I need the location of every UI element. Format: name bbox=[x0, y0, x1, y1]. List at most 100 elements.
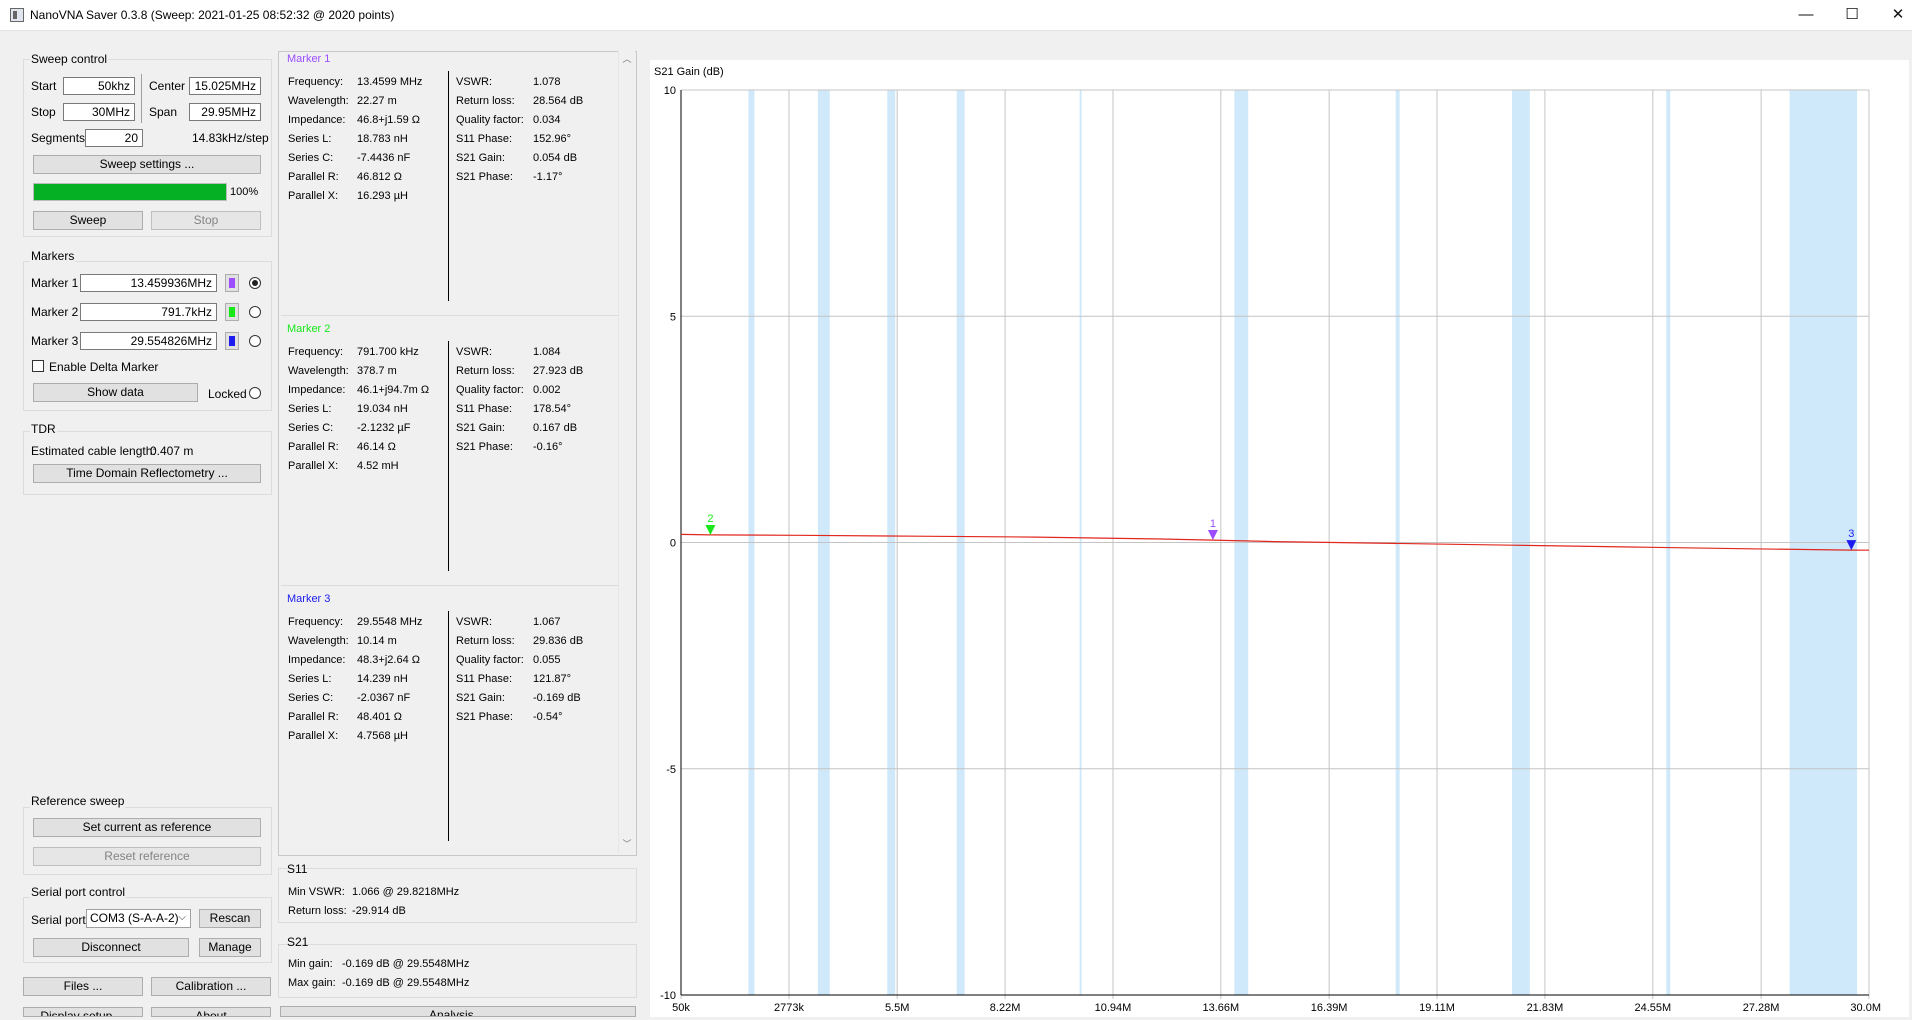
stop-input[interactable]: 30MHz bbox=[63, 103, 135, 121]
stop-button[interactable]: Stop bbox=[151, 211, 261, 230]
detail-key: Impedance: bbox=[288, 114, 346, 126]
marker-3-color-swatch bbox=[229, 336, 235, 346]
serial-port-label: Serial port bbox=[31, 913, 86, 927]
set-reference-button[interactable]: Set current as reference bbox=[33, 818, 261, 837]
marker-3-details-title: Marker 3 bbox=[287, 593, 331, 605]
x-tick-label: 2773k bbox=[774, 1002, 804, 1014]
marker-details-scrollbar[interactable]: ︿ ﹀ bbox=[618, 51, 635, 854]
detail-value: -0.169 dB bbox=[533, 692, 581, 704]
detail-key: Impedance: bbox=[288, 654, 346, 666]
detail-key: Wavelength: bbox=[288, 365, 349, 377]
segments-input[interactable]: 20 bbox=[85, 129, 143, 147]
span-input[interactable]: 29.95MHz bbox=[189, 103, 261, 121]
x-tick-label: 27.28M bbox=[1743, 1002, 1780, 1014]
s11-return-loss-value: -29.914 dB bbox=[352, 905, 406, 917]
close-button[interactable]: ✕ bbox=[1875, 0, 1912, 30]
detail-key: VSWR: bbox=[456, 346, 493, 358]
detail-value: 152.96° bbox=[533, 133, 572, 145]
serial-port-select[interactable]: COM3 (S-A-A-2) ⌵ bbox=[86, 909, 191, 928]
chart-title: S21 Gain (dB) bbox=[654, 66, 724, 78]
detail-value: 0.034 bbox=[533, 114, 561, 126]
detail-key: Series L: bbox=[288, 403, 332, 415]
manage-button[interactable]: Manage bbox=[199, 938, 261, 957]
chevron-down-icon: ⌵ bbox=[178, 912, 186, 923]
marker-2-frequency-input[interactable]: 791.7kHz bbox=[80, 303, 217, 321]
max-gain-value: -0.169 dB @ 29.5548MHz bbox=[342, 977, 470, 989]
detail-key: Series C: bbox=[288, 422, 334, 434]
reset-reference-button[interactable]: Reset reference bbox=[33, 847, 261, 866]
min-gain-label: Min gain: bbox=[288, 958, 333, 970]
center-label: Center bbox=[149, 79, 186, 93]
detail-key: S11 Phase: bbox=[456, 403, 513, 415]
detail-value: -2.0367 nF bbox=[357, 692, 411, 704]
rescan-button[interactable]: Rescan bbox=[199, 909, 261, 928]
files-button[interactable]: Files ... bbox=[23, 977, 143, 996]
marker-1-color-swatch bbox=[229, 278, 235, 288]
x-tick-label: 16.39M bbox=[1311, 1002, 1348, 1014]
locked-radio[interactable] bbox=[249, 387, 261, 399]
sweep-button[interactable]: Sweep bbox=[33, 211, 143, 230]
detail-key: S21 Phase: bbox=[456, 441, 513, 453]
detail-key: Quality factor: bbox=[456, 114, 524, 126]
detail-value: 378.7 m bbox=[357, 365, 397, 377]
x-tick-label: 24.55M bbox=[1634, 1002, 1671, 1014]
tdr-button[interactable]: Time Domain Reflectometry ... bbox=[33, 464, 261, 483]
serial-port-title: Serial port control bbox=[30, 885, 127, 899]
detail-value: 0.002 bbox=[533, 384, 561, 396]
detail-key: Series C: bbox=[288, 692, 334, 704]
show-data-button[interactable]: Show data bbox=[33, 383, 198, 402]
disconnect-button[interactable]: Disconnect bbox=[33, 938, 189, 957]
marker-1-radio[interactable] bbox=[249, 277, 261, 289]
calibration-button[interactable]: Calibration ... bbox=[151, 977, 271, 996]
start-input[interactable]: 50khz bbox=[63, 77, 135, 95]
marker-2-radio[interactable] bbox=[249, 306, 261, 318]
analysis-button[interactable]: Analysis ... bbox=[280, 1006, 636, 1017]
s21-summary-title: S21 bbox=[287, 935, 309, 949]
detail-value: -0.54° bbox=[533, 711, 563, 723]
detail-value: 0.054 dB bbox=[533, 152, 578, 164]
window-title: NanoVNA Saver 0.3.8 (Sweep: 2021-01-25 0… bbox=[30, 8, 395, 22]
center-input[interactable]: 15.025MHz bbox=[189, 77, 261, 95]
s11-return-loss-label: Return loss: bbox=[288, 905, 347, 917]
detail-value: -0.16° bbox=[533, 441, 563, 453]
scroll-up-icon[interactable]: ︿ bbox=[622, 54, 632, 64]
marker-3-radio[interactable] bbox=[249, 335, 261, 347]
marker-1-color-button[interactable] bbox=[225, 274, 239, 292]
s21-gain-chart[interactable]: 2 1 3 S21 Gain (dB) 10 5 0 -5 -10 50k 2773k 5.5M 8.… bbox=[650, 60, 1909, 1017]
marker-3-label: Marker 3 bbox=[31, 334, 79, 348]
detail-key: VSWR: bbox=[456, 616, 493, 628]
marker-1-frequency-input[interactable]: 13.459936MHz bbox=[80, 274, 217, 292]
y-tick-label: 10 bbox=[664, 85, 676, 97]
marker-3-color-button[interactable] bbox=[225, 332, 239, 350]
sweep-control-title: Sweep control bbox=[30, 52, 109, 66]
detail-key: Parallel R: bbox=[288, 711, 339, 723]
markers-title: Markers bbox=[30, 249, 76, 263]
x-tick-label: 30.0M bbox=[1850, 1002, 1881, 1014]
about-button[interactable]: About bbox=[151, 1007, 271, 1017]
detail-key: Return loss: bbox=[456, 635, 515, 647]
cable-length-value: 0.407 m bbox=[150, 444, 194, 458]
marker-1-label: Marker 1 bbox=[31, 276, 79, 290]
delta-marker-checkbox[interactable] bbox=[32, 360, 44, 372]
sweep-settings-button[interactable]: Sweep settings ... bbox=[33, 155, 261, 174]
detail-value: 46.14 Ω bbox=[357, 441, 396, 453]
detail-key: Parallel X: bbox=[288, 460, 339, 472]
detail-key: Parallel R: bbox=[288, 171, 339, 183]
detail-key: S21 Gain: bbox=[456, 152, 505, 164]
start-label: Start bbox=[31, 79, 57, 93]
minimize-button[interactable]: — bbox=[1783, 0, 1829, 30]
detail-value: 27.923 dB bbox=[533, 365, 584, 377]
sweep-progress-bar bbox=[33, 183, 227, 201]
segments-label: Segments bbox=[31, 131, 86, 145]
y-tick-label: -5 bbox=[666, 764, 676, 776]
sweep-divider bbox=[141, 74, 142, 123]
scroll-down-icon[interactable]: ﹀ bbox=[622, 839, 632, 849]
marker-3-frequency-input[interactable]: 29.554826MHz bbox=[80, 332, 217, 350]
detail-value: 121.87° bbox=[533, 673, 572, 685]
marker-2-color-button[interactable] bbox=[225, 303, 239, 321]
maximize-button[interactable]: ☐ bbox=[1829, 0, 1875, 30]
display-setup-button[interactable]: Display setup ... bbox=[23, 1007, 143, 1017]
detail-key: S11 Phase: bbox=[456, 673, 513, 685]
detail-value: 46.1+j94.7m Ω bbox=[357, 384, 430, 396]
detail-key: Series L: bbox=[288, 133, 332, 145]
